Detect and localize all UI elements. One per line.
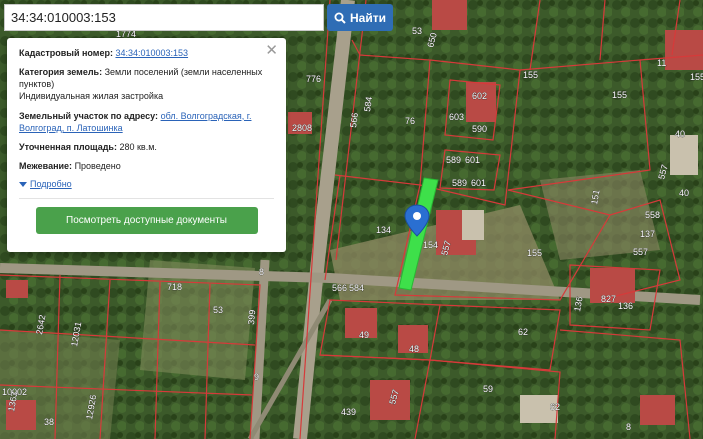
parcel-label: 557 bbox=[633, 247, 648, 257]
close-icon[interactable]: ✕ bbox=[265, 41, 278, 61]
parcel-label: 2808 bbox=[292, 123, 312, 133]
parcel-label: 603 bbox=[449, 112, 464, 122]
parcel-label: 59 bbox=[483, 384, 493, 394]
parcel-label: 154 bbox=[423, 240, 438, 250]
survey-value: Проведено bbox=[74, 160, 121, 171]
search-input[interactable]: 34:34:010003:153 bbox=[4, 4, 324, 31]
parcel-label: 558 bbox=[645, 210, 660, 220]
parcel-label: 11 bbox=[657, 58, 666, 68]
parcel-label: 589 bbox=[446, 155, 461, 165]
parcel-info-panel: ✕ Кадастровый номер: 34:34:010003:153 Ка… bbox=[7, 38, 286, 252]
area-label: Уточненная площадь: bbox=[19, 141, 117, 152]
parcel-label: 399 bbox=[246, 309, 257, 325]
parcel-label: 155 bbox=[690, 72, 703, 82]
category-label: Категория земель: bbox=[19, 67, 103, 78]
parcel-label: 48 bbox=[409, 344, 419, 354]
parcel-label: 155 bbox=[527, 248, 542, 258]
parcel-label: 439 bbox=[341, 407, 356, 417]
parcel-label: 589 bbox=[452, 178, 467, 188]
survey-label: Межевание: bbox=[19, 160, 73, 171]
area-row: Уточненная площадь: 280 кв.м. bbox=[19, 141, 274, 153]
details-toggle[interactable]: Подробно bbox=[19, 178, 274, 190]
parcel-label: 155 bbox=[612, 90, 627, 100]
parcel-label: 566 bbox=[332, 283, 347, 293]
parcel-label: 53 bbox=[412, 26, 422, 36]
parcel-label: 566 bbox=[348, 112, 360, 128]
parcel-label: 38 bbox=[44, 417, 54, 427]
parcel-label: 601 bbox=[465, 155, 480, 165]
category-row: Категория земель: Земли поселений (земли… bbox=[19, 66, 274, 102]
parcel-label: 53 bbox=[213, 305, 223, 315]
parcel-label: 62 bbox=[518, 327, 528, 337]
parcel-label: 776 bbox=[306, 74, 321, 84]
cadastral-row: Кадастровый номер: 34:34:010003:153 bbox=[19, 47, 274, 59]
cadastral-label: Кадастровый номер: bbox=[19, 48, 113, 58]
parcel-label: 8 bbox=[259, 267, 264, 277]
chevron-down-icon bbox=[19, 181, 27, 187]
parcel-label: 827 bbox=[601, 294, 616, 304]
parcel-label: 8 bbox=[626, 422, 631, 432]
parcel-label: 62 bbox=[550, 402, 560, 412]
address-label: Земельный участок по адресу: bbox=[19, 110, 159, 121]
parcel-label: 718 bbox=[167, 282, 182, 292]
parcel-label: 137 bbox=[640, 229, 655, 239]
divider bbox=[19, 198, 274, 200]
search-button[interactable]: Найти bbox=[327, 4, 393, 31]
parcel-label: 49 bbox=[359, 330, 369, 340]
parcel-label: 601 bbox=[471, 178, 486, 188]
parcel-label: 40 bbox=[679, 188, 689, 198]
details-link[interactable]: Подробно bbox=[30, 178, 72, 190]
parcel-label: 76 bbox=[405, 116, 415, 126]
parcel-label: 590 bbox=[472, 124, 487, 134]
parcel-label: 584 bbox=[349, 283, 364, 293]
parcel-label: 136 bbox=[618, 301, 633, 311]
search-icon bbox=[334, 12, 346, 24]
parcel-label: 155 bbox=[523, 70, 538, 80]
parcel-label: 602 bbox=[472, 91, 487, 101]
parcel-label: 134 bbox=[376, 225, 391, 235]
parcel-label: 9 bbox=[254, 372, 259, 382]
permitted-use: Индивидуальная жилая застройка bbox=[19, 91, 164, 102]
survey-row: Межевание: Проведено bbox=[19, 160, 274, 172]
area-value: 280 кв.м. bbox=[119, 141, 157, 152]
cadastral-link[interactable]: 34:34:010003:153 bbox=[115, 48, 188, 58]
address-row: Земельный участок по адресу: обл. Волгог… bbox=[19, 110, 274, 134]
parcel-label: 584 bbox=[362, 96, 374, 112]
parcel-label: 40 bbox=[675, 129, 685, 139]
search-button-label: Найти bbox=[350, 10, 386, 25]
view-documents-button[interactable]: Посмотреть доступные документы bbox=[35, 207, 258, 235]
